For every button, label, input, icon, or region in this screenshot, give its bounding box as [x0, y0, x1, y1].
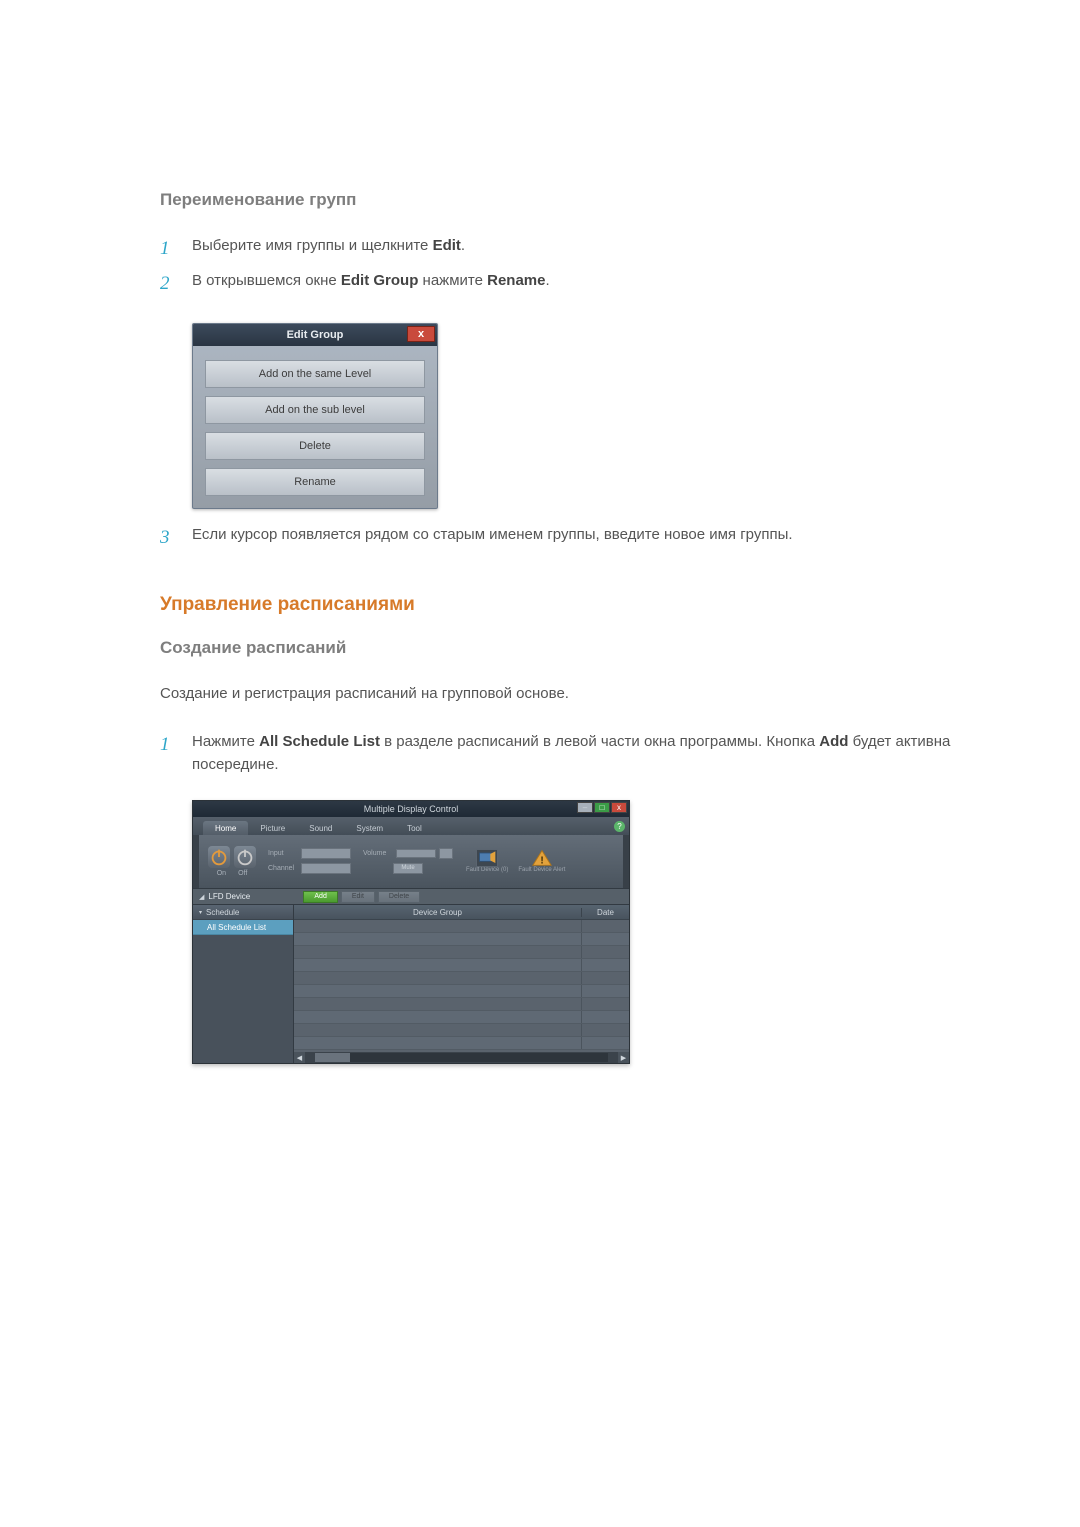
close-button[interactable]: x: [407, 326, 435, 342]
delete-button[interactable]: Delete: [378, 891, 420, 903]
mdc-title-text: Multiple Display Control: [364, 804, 459, 814]
add-button[interactable]: Add: [303, 891, 337, 903]
table-row: [294, 920, 629, 933]
window-close-button[interactable]: x: [611, 802, 627, 813]
volume-label: Volume: [363, 850, 393, 857]
ribbon-scroll-right[interactable]: [623, 835, 629, 888]
step-text: Выберите имя группы и щелкните Edit.: [192, 234, 980, 263]
step-number: 1: [160, 234, 192, 263]
action-bar: ◢ LFD Device Add Edit Delete: [193, 889, 629, 905]
add-sub-level-button[interactable]: Add on the sub level: [205, 396, 425, 424]
tab-tool[interactable]: Tool: [395, 821, 434, 835]
window-minimize-button[interactable]: –: [577, 802, 593, 813]
col-device-group: Device Group: [294, 908, 581, 917]
window-maximize-button[interactable]: □: [594, 802, 610, 813]
table-row: [294, 1037, 629, 1050]
scroll-left-arrow[interactable]: ◀: [294, 1052, 305, 1063]
input-label: Input: [268, 850, 298, 857]
ribbon-tabs: Home Picture Sound System Tool: [193, 817, 629, 835]
chevron-down-icon: ▾: [199, 909, 202, 916]
table-row: [294, 933, 629, 946]
tree-collapse-icon[interactable]: ◢: [199, 893, 204, 901]
text: в разделе расписаний в левой части окна …: [380, 733, 819, 750]
table-row: [294, 1024, 629, 1037]
grid-rows: [294, 920, 629, 1050]
edit-button[interactable]: Edit: [341, 891, 375, 903]
bold-term: Rename: [487, 272, 545, 289]
mute-button[interactable]: Mute: [393, 863, 423, 874]
fault-device-icon[interactable]: [476, 849, 498, 867]
rename-steps-list: 1 Выберите имя группы и щелкните Edit. 2…: [160, 234, 980, 299]
text: .: [461, 237, 465, 254]
sidebar-item-all-schedule-list[interactable]: All Schedule List: [193, 920, 293, 935]
power-off-icon[interactable]: [234, 846, 256, 868]
tab-system[interactable]: System: [344, 821, 395, 835]
volume-value-box[interactable]: [439, 848, 453, 859]
add-same-level-button[interactable]: Add on the same Level: [205, 360, 425, 388]
channel-label: Channel: [268, 865, 298, 872]
sidebar-section-label: Schedule: [206, 908, 239, 917]
step-text: Нажмите All Schedule List в разделе расп…: [192, 730, 980, 777]
text: нажмите: [418, 272, 487, 289]
table-row: [294, 1011, 629, 1024]
mdc-titlebar: Multiple Display Control – □ x: [193, 801, 629, 817]
power-on-label: On: [217, 870, 226, 877]
tab-home[interactable]: Home: [203, 821, 248, 835]
horizontal-scrollbar[interactable]: ◀ ▶: [294, 1052, 629, 1063]
power-off-label: Off: [238, 870, 247, 877]
grid-header: Device Group Date: [294, 905, 629, 920]
volume-slider[interactable]: [396, 849, 436, 858]
scroll-thumb[interactable]: [315, 1053, 350, 1062]
ribbon-tools: On Off Input Channel Volume: [193, 835, 629, 889]
channel-select[interactable]: [301, 863, 351, 874]
schedules-section-title: Управление расписаниями: [160, 594, 980, 616]
text: Выберите имя группы и щелкните: [192, 237, 433, 254]
step-number: 1: [160, 730, 192, 777]
bold-term: Edit: [433, 237, 461, 254]
bold-term: All Schedule List: [259, 733, 380, 750]
sidebar: ▾ Schedule All Schedule List: [193, 905, 294, 1063]
sidebar-section-schedule[interactable]: ▾ Schedule: [193, 905, 293, 920]
rename-button[interactable]: Rename: [205, 468, 425, 496]
dialog-titlebar: Edit Group x: [193, 324, 437, 346]
text: .: [545, 272, 549, 289]
table-row: [294, 972, 629, 985]
step-text: В открывшемся окне Edit Group нажмите Re…: [192, 269, 980, 298]
step-text: Если курсор появляется рядом со старым и…: [192, 523, 980, 552]
step-number: 3: [160, 523, 192, 552]
bold-term: Edit Group: [341, 272, 419, 289]
schedules-sub-heading: Создание расписаний: [160, 638, 980, 658]
schedule-steps: 1 Нажмите All Schedule List в разделе ра…: [160, 730, 980, 777]
scroll-track[interactable]: [315, 1053, 608, 1062]
table-row: [294, 985, 629, 998]
table-row: [294, 959, 629, 972]
help-button[interactable]: ?: [614, 821, 625, 832]
step-number: 2: [160, 269, 192, 298]
text: В открывшемся окне: [192, 272, 341, 289]
table-row: [294, 946, 629, 959]
mdc-window: Multiple Display Control – □ x ? Home Pi…: [192, 800, 630, 1064]
col-date: Date: [581, 908, 629, 917]
scroll-right-arrow[interactable]: ▶: [618, 1052, 629, 1063]
table-row: [294, 998, 629, 1011]
input-select[interactable]: [301, 848, 351, 859]
tab-picture[interactable]: Picture: [248, 821, 297, 835]
power-on-icon[interactable]: [208, 846, 230, 868]
delete-button[interactable]: Delete: [205, 432, 425, 460]
dialog-title: Edit Group: [287, 329, 344, 341]
fault-device-label: Fault Device (0): [466, 867, 508, 874]
schedules-intro: Создание и регистрация расписаний на гру…: [160, 682, 980, 705]
edit-group-dialog: Edit Group x Add on the same Level Add o…: [192, 323, 438, 509]
schedule-grid: Device Group Date ◀: [294, 905, 629, 1063]
rename-groups-heading: Переименование групп: [160, 190, 980, 210]
svg-text:!: !: [540, 856, 543, 867]
fault-alert-icon[interactable]: !: [531, 849, 553, 867]
tab-sound[interactable]: Sound: [297, 821, 344, 835]
rename-step3: 3 Если курсор появляется рядом со старым…: [160, 523, 980, 552]
bold-term: Add: [819, 733, 848, 750]
ribbon-scroll-left[interactable]: [193, 835, 199, 888]
fault-alert-label: Fault Device Alert: [518, 867, 565, 874]
text: Нажмите: [192, 733, 259, 750]
lfd-device-tree-label: LFD Device: [208, 892, 303, 901]
